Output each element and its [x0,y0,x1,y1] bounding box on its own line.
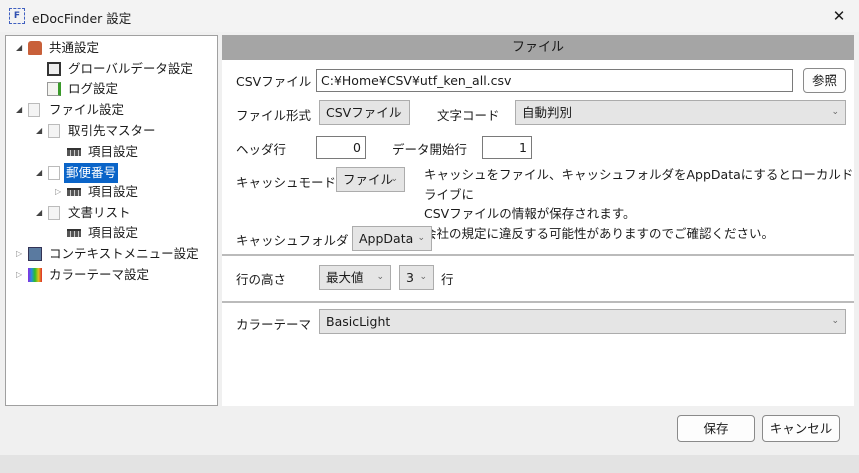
tree-item-label: グローバルデータ設定 [68,61,193,76]
note-line: キャッシュをファイル、キャッシュフォルダをAppDataにするとローカルドライブ… [424,167,854,202]
chevron-down-icon: ⌄ [417,233,425,243]
expanded-arrow-icon[interactable]: ◢ [36,163,42,183]
settings-panel: ファイル CSVファイル C:¥Home¥CSV¥utf_ken_all.csv… [222,35,854,406]
settings-tree: ◢ 共通設定 グローバルデータ設定 ログ設定 ◢ ファイル設定 ◢ 取引先マスタ… [5,35,218,406]
cache-mode-select[interactable]: ファイル ⌄ [336,167,405,192]
note-line: CSVファイルの情報が保存されます。 [424,206,636,221]
tree-item-label: 取引先マスター [68,123,156,138]
chevron-down-icon: ⌄ [376,272,384,282]
window-title: eDocFinder 設定 [32,11,132,26]
header-row-label: ヘッダ行 [236,142,287,157]
title-bar: F eDocFinder 設定 ✕ [0,0,859,32]
row-height-count-select[interactable]: 3 ⌄ [399,265,434,290]
selected-value: BasicLight [326,314,391,329]
collapsed-arrow-icon[interactable]: ▷ [55,182,61,202]
divider [222,301,854,303]
chevron-down-icon: ⌄ [831,107,839,117]
tree-item-label: 項目設定 [88,184,139,199]
document-icon [48,166,60,180]
encoding-label: 文字コード [437,108,500,123]
notepad-icon [47,82,61,96]
tree-item-label: コンテキストメニュー設定 [49,246,199,261]
selected-value: 自動判別 [522,105,573,120]
selected-value: 最大値 [326,270,364,285]
server-icon [47,62,61,76]
collapsed-arrow-icon[interactable]: ▷ [16,265,22,285]
tree-item-label: 項目設定 [88,225,139,240]
chevron-down-icon: ⌄ [419,272,427,282]
chevron-down-icon: ⌄ [831,316,839,326]
document-icon [48,206,60,220]
chevron-down-icon: ⌄ [390,174,398,184]
browse-button[interactable]: 参照 [803,68,846,93]
csv-file-input[interactable]: C:¥Home¥CSV¥utf_ken_all.csv [316,69,793,92]
color-theme-select[interactable]: BasicLight ⌄ [319,309,846,334]
tree-item-label: 項目設定 [88,144,139,159]
chevron-down-icon: ⌄ [395,107,403,117]
grid-icon [67,188,81,196]
cache-folder-label: キャッシュフォルダ [236,233,349,248]
tree-item-label: カラーテーマ設定 [49,267,150,282]
cancel-button[interactable]: キャンセル [762,415,840,442]
tree-item-label: 郵便番号 [64,163,119,183]
cache-warning-note: キャッシュをファイル、キャッシュフォルダをAppDataにするとローカルドライブ… [424,165,854,243]
selected-value: ファイル [343,172,394,187]
tree-item-label: ログ設定 [68,81,119,96]
status-bar [0,455,859,473]
expanded-arrow-icon[interactable]: ◢ [36,121,42,141]
expanded-arrow-icon[interactable]: ◢ [16,38,22,58]
row-height-mode-select[interactable]: 最大値 ⌄ [319,265,391,290]
selected-value: AppData [359,231,414,246]
row-height-label: 行の高さ [236,272,287,287]
data-start-input[interactable]: 1 [482,136,532,159]
header-row-input[interactable]: 0 [316,136,366,159]
close-button[interactable]: ✕ [826,4,852,28]
expanded-arrow-icon[interactable]: ◢ [16,100,22,120]
encoding-select[interactable]: 自動判別 ⌄ [515,100,846,125]
tree-item-label: 共通設定 [49,40,100,55]
expanded-arrow-icon[interactable]: ◢ [36,203,42,223]
cache-folder-select[interactable]: AppData ⌄ [352,226,432,251]
file-format-select[interactable]: CSVファイル ⌄ [319,100,410,125]
menu-icon [28,247,42,261]
house-icon [28,41,42,55]
cache-mode-label: キャッシュモード [236,175,337,190]
color-theme-label: カラーテーマ [236,317,312,332]
tree-item-label: ファイル設定 [49,102,125,117]
divider [222,254,854,256]
document-icon [48,124,60,138]
app-icon: F [9,8,25,24]
tree-item-label: 文書リスト [68,205,131,220]
selected-value: 3 [406,270,414,285]
grid-icon [67,229,81,237]
panel-header: ファイル [222,35,854,60]
document-icon [28,103,40,117]
data-start-label: データ開始行 [392,142,468,157]
palette-icon [28,268,42,282]
csv-file-label: CSVファイル [236,74,312,89]
collapsed-arrow-icon[interactable]: ▷ [16,244,22,264]
file-format-label: ファイル形式 [236,108,312,123]
note-line: 会社の規定に違反する可能性がありますのでご確認ください。 [424,225,775,241]
selected-value: CSVファイル [326,105,402,120]
grid-icon [67,148,81,156]
save-button[interactable]: 保存 [677,415,755,442]
row-unit-label: 行 [441,272,454,287]
